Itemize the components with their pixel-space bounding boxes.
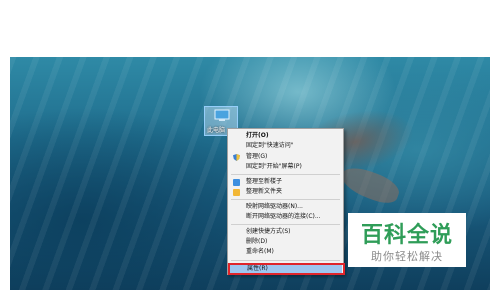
context-menu: 打开(O) 固定到"快速访问" 管理(G) 固定到"开始"屏幕(P) 整理至新楼… — [227, 128, 344, 275]
menu-separator — [231, 199, 340, 200]
menu-item-manage[interactable]: 管理(G) — [228, 152, 343, 162]
computer-icon — [214, 109, 230, 121]
menu-item-label: 映射网络驱动器(N)... — [246, 203, 303, 210]
watermark-title: 百科全说 — [360, 223, 453, 248]
highlight-annotation-box — [228, 263, 345, 275]
plus-square-icon — [233, 179, 240, 186]
menu-item-label: 打开(O) — [246, 132, 269, 139]
menu-item-label: 创建快捷方式(S) — [246, 228, 291, 235]
menu-separator — [231, 174, 340, 175]
menu-item-label: 整理至新楼子 — [246, 178, 283, 185]
desktop-icon-label: 此电脑 — [207, 127, 226, 134]
shield-icon — [233, 154, 240, 161]
menu-item-label: 固定到"开始"屏幕(P) — [246, 163, 302, 170]
menu-item-open[interactable]: 打开(O) — [228, 131, 343, 141]
folder-icon — [233, 189, 240, 196]
watermark: 百科全说 助你轻松解决 — [348, 213, 466, 267]
menu-item-create-shortcut[interactable]: 创建快捷方式(S) — [228, 227, 343, 237]
top-margin — [0, 0, 500, 57]
menu-item-label: 重命名(M) — [246, 248, 274, 255]
menu-separator — [231, 260, 340, 261]
watermark-subtitle: 助你轻松解决 — [371, 250, 443, 263]
menu-item-label: 删除(D) — [246, 238, 268, 245]
menu-item-map-network-drive[interactable]: 映射网络驱动器(N)... — [228, 202, 343, 212]
menu-item-label: 管理(G) — [246, 153, 268, 160]
menu-item-organize-new[interactable]: 整理至新楼子 — [228, 177, 343, 187]
menu-item-label: 固定到"快速访问" — [246, 142, 294, 149]
menu-separator — [231, 224, 340, 225]
menu-item-disconnect-network-drive[interactable]: 断开网络驱动器的连接(C)... — [228, 212, 343, 222]
menu-item-delete[interactable]: 删除(D) — [228, 237, 343, 247]
menu-item-pin-start[interactable]: 固定到"开始"屏幕(P) — [228, 162, 343, 172]
menu-item-pin-quick-access[interactable]: 固定到"快速访问" — [228, 141, 343, 151]
menu-item-organize-folder[interactable]: 整理新文件夹 — [228, 187, 343, 197]
menu-item-label: 断开网络驱动器的连接(C)... — [246, 213, 321, 220]
menu-item-rename[interactable]: 重命名(M) — [228, 247, 343, 257]
menu-item-label: 整理新文件夹 — [246, 188, 283, 195]
